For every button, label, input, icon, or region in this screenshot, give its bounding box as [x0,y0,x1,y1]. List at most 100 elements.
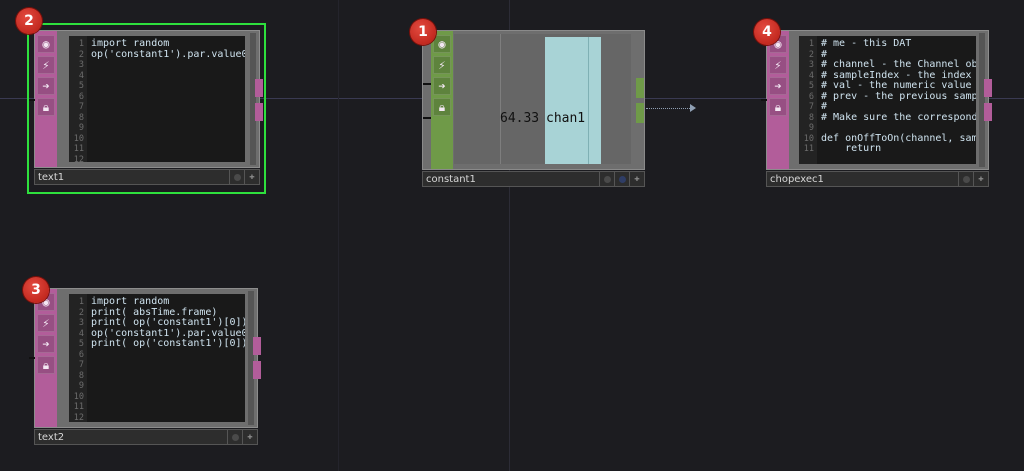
active-icon[interactable]: ⚡ [769,56,787,74]
output-connector[interactable] [253,337,261,355]
code-line[interactable]: # [821,101,976,113]
code-line[interactable]: import random [91,38,245,50]
code-line[interactable] [91,381,245,392]
plus-icon[interactable]: ✚ [244,170,259,184]
input-connector[interactable] [423,117,431,119]
code-content[interactable]: # me - this DAT # # channel - the Channel … [817,36,976,164]
code-line[interactable] [91,392,245,403]
output-connector[interactable] [636,103,644,123]
line-number-gutter: 1 2 3 4 5 6 7 8 9 10 11 [799,36,817,164]
code-line[interactable] [91,60,245,71]
node-name[interactable]: text1 [35,172,229,183]
chopexec1-node[interactable]: ◉ ⚡ ➔ 🔒︎ 1 2 3 4 5 6 7 8 9 10 11 # me - this DAT # #… [761,30,992,187]
code-line[interactable] [91,123,245,134]
line-number: 2 [808,49,814,60]
node-name[interactable]: constant1 [423,174,599,185]
input-connector[interactable] [761,99,767,101]
active-icon[interactable]: ⚡ [37,314,55,332]
code-line[interactable]: # me - this DAT [821,38,976,50]
output-connector[interactable] [636,78,644,98]
node-body[interactable]: ◉ ⚡ ➔ 🔒︎ 1 2 3 4 5 6 7 8 9 10 11 12 import random pr… [29,288,261,428]
lock-icon[interactable]: 🔒︎ [37,356,55,374]
line-number: 11 [73,144,84,154]
plus-icon[interactable]: ✚ [242,430,257,444]
code-line[interactable] [91,71,245,82]
chop-viewer[interactable]: 64.33 chan1 [454,34,631,164]
viewer-toggle-icon[interactable] [599,172,614,186]
active-icon[interactable]: ⚡ [433,56,451,74]
code-line[interactable] [91,402,245,413]
active-icon[interactable]: ⚡ [37,56,55,74]
bypass-icon[interactable]: ➔ [37,335,55,353]
bypass-icon[interactable]: ➔ [769,77,787,95]
code-line[interactable] [91,155,245,163]
output-connector[interactable] [253,361,261,379]
text1-node[interactable]: ◉ ⚡ ➔ 🔒︎ 1 2 3 4 5 6 7 8 9 10 11 12 import random op… [29,30,263,186]
viewer-icon[interactable]: ◉ [433,35,451,53]
connection-wire[interactable] [646,108,694,109]
scrollbar[interactable] [979,33,985,167]
lock-icon[interactable]: 🔒︎ [37,98,55,116]
callout-badge: 3 [23,277,49,303]
code-editor[interactable]: 1 2 3 4 5 6 7 8 9 10 11 # me - this DAT # # channel … [799,36,976,164]
code-line[interactable]: # Make sure the corresponding [821,112,976,124]
node-name[interactable]: text2 [35,432,227,443]
node-footer: text1 ✚ [34,169,260,185]
text2-node[interactable]: ◉ ⚡ ➔ 🔒︎ 1 2 3 4 5 6 7 8 9 10 11 12 import random pr… [29,288,261,445]
plus-icon[interactable]: ✚ [973,172,988,186]
code-editor[interactable]: 1 2 3 4 5 6 7 8 9 10 11 12 import random print( absT… [69,294,245,422]
lock-icon[interactable]: 🔒︎ [433,98,451,116]
code-editor[interactable]: 1 2 3 4 5 6 7 8 9 10 11 12 import random op('constan… [69,36,245,162]
output-connector[interactable] [255,79,263,97]
node-body[interactable]: ◉ ⚡ ➔ 🔒︎ 1 2 3 4 5 6 7 8 9 10 11 # me - this DAT # #… [761,30,992,170]
constant1-node[interactable]: ◉ ⚡ ➔ 🔒︎ 64.33 chan1 constant1 ✚ [422,30,645,187]
line-number: 8 [808,112,814,123]
viewer-toggle-icon[interactable] [958,172,973,186]
code-content[interactable]: import random op('constant1').par.value0 … [87,36,245,162]
viewer-toggle-icon[interactable] [227,430,242,444]
export-toggle-icon[interactable] [614,172,629,186]
code-line[interactable] [91,371,245,382]
scrollbar[interactable] [250,33,256,165]
code-line[interactable] [91,144,245,155]
bypass-icon[interactable]: ➔ [433,77,451,95]
node-name[interactable]: chopexec1 [767,174,958,185]
output-connector[interactable] [255,103,263,121]
code-line[interactable]: print( op('constant1')[0]) [91,338,245,350]
code-line[interactable] [91,350,245,361]
line-number: 12 [73,154,84,163]
lock-icon[interactable]: 🔒︎ [769,98,787,116]
channel-bar-divider [588,37,589,164]
output-connector[interactable] [984,103,992,121]
code-line[interactable]: op('constant1').par.value0 = random.rand… [91,49,245,61]
plus-icon[interactable]: ✚ [629,172,644,186]
node-body[interactable]: ◉ ⚡ ➔ 🔒︎ 1 2 3 4 5 6 7 8 9 10 11 12 import random op… [29,30,263,168]
viewer-icon[interactable]: ◉ [37,35,55,53]
code-content[interactable]: import random print( absTime.frame) print(… [87,294,245,422]
node-body[interactable]: ◉ ⚡ ➔ 🔒︎ 64.33 chan1 [422,30,645,170]
code-line[interactable]: return [821,143,976,155]
viewer-toggle-icon[interactable] [229,170,244,184]
code-line[interactable] [91,102,245,113]
node-flag-strip: ◉ ⚡ ➔ 🔒︎ [35,289,57,427]
code-line[interactable]: # prev - the previous sample [821,91,976,103]
code-line[interactable]: print( op('constant1')[0]) [91,317,245,329]
code-line[interactable] [91,92,245,103]
code-line[interactable] [91,360,245,371]
code-line[interactable] [91,113,245,124]
scrollbar[interactable] [248,291,254,425]
input-connector[interactable] [29,357,35,359]
channel-bar [545,37,601,164]
code-line[interactable] [91,81,245,92]
code-line[interactable]: # channel - the Channel object [821,59,976,71]
code-line[interactable] [91,134,245,145]
channel-name: chan1 [546,111,586,126]
code-line[interactable]: # val - the numeric value [821,80,976,92]
code-line[interactable] [91,413,245,423]
bypass-icon[interactable]: ➔ [37,77,55,95]
code-line[interactable] [821,123,976,134]
code-line[interactable]: import random [91,296,245,308]
output-connector[interactable] [984,79,992,97]
input-connector[interactable] [29,99,35,101]
input-connector[interactable] [423,83,431,85]
